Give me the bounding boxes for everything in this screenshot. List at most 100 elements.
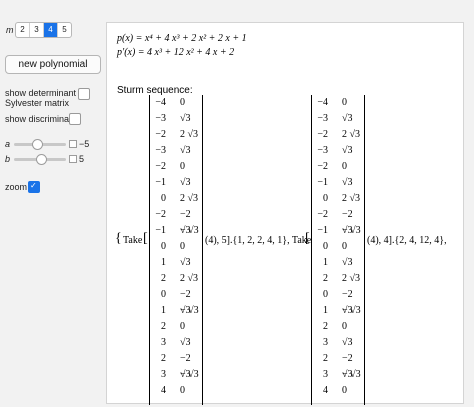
matrix-row: 2 −2 √3: [150, 351, 202, 380]
args-2: (4), 4].{2, 4, 12, 4},: [367, 235, 447, 246]
matrix-row: −2 2 √3: [150, 127, 202, 143]
matrix-cell: 2 √3: [180, 129, 198, 140]
matrix-cell: 2 √3: [342, 273, 360, 284]
m-label: m: [6, 25, 14, 35]
matrix-row: −1 √3: [150, 175, 202, 191]
matrix-cell: 0: [161, 241, 166, 252]
m-option-4[interactable]: 4: [44, 23, 58, 37]
matrix-row: 3 − √3: [150, 367, 202, 383]
matrix-row: 3 √3: [312, 335, 364, 351]
b-value: 5: [79, 154, 85, 164]
matrix-cell: −4: [317, 97, 328, 108]
matrix-cell: −2: [155, 129, 166, 140]
matrix-cell: −3: [317, 145, 328, 156]
matrix-row: 00: [150, 239, 202, 255]
matrix-cell: √3: [342, 177, 353, 188]
matrix-cell: 2: [323, 353, 328, 364]
matrix-row: 40: [150, 383, 202, 399]
matrix-cell: 2 √3: [342, 129, 360, 140]
matrix-cell: 1: [323, 305, 328, 316]
matrix-row: 3 − √3: [312, 367, 364, 383]
matrix-cell: 3: [161, 337, 166, 348]
b-slider-thumb[interactable]: [36, 154, 47, 165]
polynomial-line: p(x) = x⁴ + 4 x³ + 2 x² + 2 x + 1: [117, 33, 247, 44]
matrix-cell: 0: [342, 241, 347, 252]
zoom-label: zoom: [5, 182, 28, 192]
m-option-3[interactable]: 3: [30, 23, 44, 37]
a-slider-thumb[interactable]: [32, 139, 43, 150]
m-option-5[interactable]: 5: [58, 23, 71, 37]
matrix-cell: −3: [155, 113, 166, 124]
matrix-cell: 0: [323, 193, 328, 204]
show-determinant-checkbox[interactable]: [78, 88, 90, 100]
matrix-cell: 0: [342, 97, 347, 108]
a-value: −5: [79, 139, 90, 149]
show-determinant-label-line1: show determinant of: [5, 88, 87, 98]
matrix-cell: 2 √3: [180, 193, 198, 204]
matrix-cell: −2: [317, 209, 328, 220]
matrix-cell: − √3: [342, 305, 361, 316]
a-expand-icon[interactable]: [69, 140, 77, 148]
matrix-row: −2 0: [312, 159, 364, 175]
matrix-2: −4 0 −3 √3 −2 2 √3 −3 √3 −2 0 −1 √3 0 2 √3 −2 −2 √3 −1− …: [311, 95, 365, 405]
matrix-cell: 1: [161, 257, 166, 268]
matrix-row: 0 −2 √3: [312, 287, 364, 316]
matrix-row: −2 −2 √3: [150, 207, 202, 236]
matrix-cell: 0: [161, 289, 166, 300]
matrix-cell: −2: [317, 161, 328, 172]
matrix-row: −3 √3: [312, 111, 364, 127]
matrix-cell: √3: [180, 257, 191, 268]
matrix-row: 40: [312, 383, 364, 399]
matrix-cell: 3: [323, 337, 328, 348]
matrix-cell: −3: [155, 145, 166, 156]
new-polynomial-button[interactable]: new polynomial: [5, 55, 101, 74]
matrix-1: −4 0 −3 √3 −2 2 √3 −3 √3 −2 0 −1 √3 0 2 √3 −2 −2 √3 −1− …: [149, 95, 203, 405]
matrix-cell: − √3: [180, 305, 199, 316]
open-bracket-1: [: [143, 231, 148, 246]
matrix-cell: √3: [342, 257, 353, 268]
matrix-row: −2 −2 √3: [312, 207, 364, 236]
zoom-checkbox[interactable]: [28, 181, 40, 193]
matrix-cell: − √3: [342, 369, 361, 380]
args-1: (4), 5].{1, 2, 2, 4, 1}, Take: [205, 235, 312, 246]
matrix-cell: 2: [323, 321, 328, 332]
matrix-row: 20: [150, 319, 202, 335]
matrix-cell: −1: [155, 225, 166, 236]
show-discriminant-checkbox[interactable]: [69, 113, 81, 125]
take-word-1: Take: [123, 235, 143, 246]
matrix-cell: 0: [161, 193, 166, 204]
m-setter-bar: 2 3 4 5: [15, 22, 72, 38]
matrix-row: 1 √3: [150, 255, 202, 271]
matrix-row: 0 −2 √3: [150, 287, 202, 316]
matrix-cell: 2: [161, 321, 166, 332]
matrix-row: 0 2 √3: [150, 191, 202, 207]
matrix-cell: √3: [180, 337, 191, 348]
matrix-row: 2 2 √3: [150, 271, 202, 287]
show-determinant-label-line2: Sylvester matrix: [5, 98, 70, 108]
matrix-cell: −2: [155, 209, 166, 220]
matrix-cell: − √3: [180, 369, 199, 380]
matrix-row: −1 − √3: [312, 223, 364, 239]
matrix-row: −3 √3: [312, 143, 364, 159]
b-expand-icon[interactable]: [69, 155, 77, 163]
matrix-cell: √3: [180, 177, 191, 188]
matrix-row: −4 0: [312, 95, 364, 111]
matrix-row: −4 0: [150, 95, 202, 111]
matrix-cell: 0: [323, 241, 328, 252]
b-label: b: [5, 154, 11, 164]
matrix-row: −1 − √3: [150, 223, 202, 239]
matrix-cell: 0: [180, 161, 185, 172]
matrix-cell: √3: [342, 145, 353, 156]
m-option-2[interactable]: 2: [16, 23, 30, 37]
matrix-cell: 0: [180, 385, 185, 396]
matrix-cell: 0: [180, 241, 185, 252]
matrix-cell: −1: [155, 177, 166, 188]
matrix-cell: 0: [180, 321, 185, 332]
derivative-line: p′(x) = 4 x³ + 12 x² + 4 x + 2: [117, 47, 235, 58]
show-discriminant-label: show discriminant: [5, 114, 77, 124]
matrix-cell: 2 √3: [342, 193, 360, 204]
matrix-cell: 2 √3: [180, 273, 198, 284]
matrix-cell: − √3: [180, 225, 199, 236]
matrix-cell: 0: [342, 385, 347, 396]
matrix-cell: −2: [155, 161, 166, 172]
